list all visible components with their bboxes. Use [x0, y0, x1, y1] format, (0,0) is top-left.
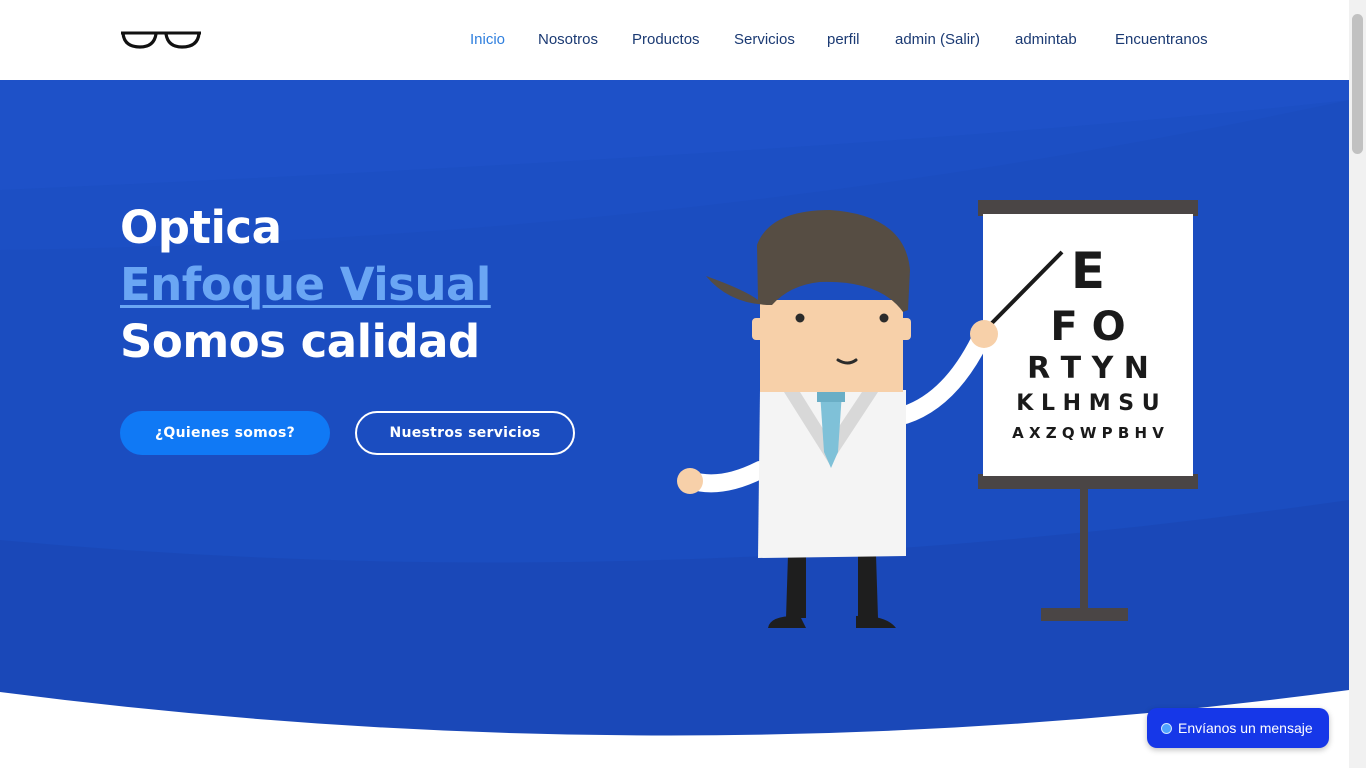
hero-title-line1: Optica [120, 201, 282, 254]
nav-nosotros[interactable]: Nosotros [538, 31, 598, 48]
eye-chart-row-5: A X Z Q W P B H V [1012, 424, 1164, 442]
eye-chart-row-3: R T Y N [1027, 351, 1149, 386]
chat-status-icon [1161, 722, 1172, 734]
nav-perfil[interactable]: perfil [827, 31, 860, 48]
glasses-logo-icon[interactable] [120, 29, 202, 51]
hero-section: Optica Enfoque Visual Somos calidad ¿Qui… [0, 80, 1349, 768]
nav-encuentranos[interactable]: Encuentranos [1115, 31, 1208, 48]
nav-admintab[interactable]: admintab [1015, 31, 1077, 48]
chat-message-button[interactable]: Envíanos un mensaje [1147, 708, 1329, 748]
eye-chart-row-2: F O [1050, 304, 1125, 350]
chat-button-label: Envíanos un mensaje [1178, 720, 1313, 736]
nav-admin-logout[interactable]: admin (Salir) [895, 31, 980, 48]
our-services-button[interactable]: Nuestros servicios [355, 411, 575, 455]
eye-chart-row-1: E [1071, 242, 1105, 300]
nav-servicios[interactable]: Servicios [734, 31, 795, 48]
about-us-button[interactable]: ¿Quienes somos? [120, 411, 330, 455]
eye-chart-row-4: K L H M S U [1016, 391, 1159, 416]
hero-brand-link[interactable]: Enfoque Visual [120, 256, 491, 313]
nav-inicio[interactable]: Inicio [470, 31, 505, 48]
page-scrollbar[interactable] [1349, 0, 1366, 768]
hero-title-line3: Somos calidad [120, 315, 480, 368]
optometrist-illustration: E F O R T Y N K L H M S U A X Z Q W P B … [677, 200, 1198, 628]
nav-productos[interactable]: Productos [632, 31, 700, 48]
scrollbar-thumb[interactable] [1352, 14, 1363, 154]
navbar: Inicio Nosotros Productos Servicios perf… [0, 0, 1349, 80]
hero-headline: Optica Enfoque Visual Somos calidad [120, 199, 491, 370]
